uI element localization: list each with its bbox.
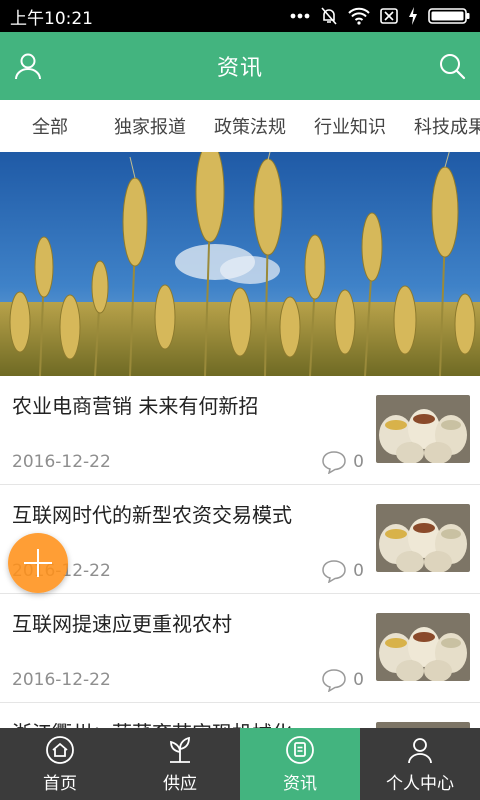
news-title: 农业电商营销 未来有何新招 [12, 394, 259, 418]
comment-icon [322, 669, 346, 692]
nav-label: 个人中心 [386, 773, 454, 794]
news-date: 2016-12-22 [12, 452, 111, 472]
more-dots-icon [290, 13, 310, 19]
person-icon [408, 737, 432, 763]
page-title: 资讯 [216, 56, 263, 81]
tab-industry[interactable]: 行业知识 [300, 113, 400, 139]
comment-count: 0 [321, 668, 364, 692]
news-title: 互联网时代的新型农资交易模式 [12, 503, 292, 527]
comment-icon [322, 451, 346, 474]
user-icon[interactable] [12, 50, 44, 82]
nav-label: 首页 [43, 773, 77, 794]
plus-icon [24, 549, 52, 577]
news-title: 浙江衢州：蔬菜育苗实现机械化 [12, 717, 362, 728]
news-date: 2016-12-22 [12, 670, 111, 690]
tab-all[interactable]: 全部 [0, 113, 100, 139]
no-sim-icon [380, 8, 398, 24]
nav-supply[interactable]: 供应 [120, 728, 240, 800]
nav-news[interactable]: 资讯 [240, 728, 360, 800]
home-icon [46, 735, 74, 764]
mute-bell-icon [321, 7, 337, 25]
list-item[interactable]: 浙江衢州：蔬菜育苗实现机械化 [0, 703, 480, 728]
nav-home[interactable]: 首页 [0, 728, 120, 800]
comment-icon [322, 560, 346, 583]
search-icon[interactable] [436, 50, 468, 82]
list-item[interactable]: 互联网提速应更重视农村 2016-12-22 0 [0, 594, 480, 703]
charging-icon [409, 7, 417, 25]
news-list: 农业电商营销 未来有何新招 2016-12-22 0 互联网时代的新型农资交易模… [0, 376, 480, 728]
news-thumbnail [376, 613, 470, 681]
comment-count-value: 0 [353, 670, 364, 690]
tab-exclusive[interactable]: 独家报道 [100, 113, 200, 139]
banner-image[interactable] [0, 152, 480, 376]
list-item[interactable]: 互联网时代的新型农资交易模式 2016-12-22 0 [0, 485, 480, 594]
leaf-icon [170, 736, 190, 763]
status-bar: 上午10:21 [0, 0, 480, 32]
battery-icon [428, 8, 470, 24]
nav-profile[interactable]: 个人中心 [360, 728, 480, 800]
wheat-field-image [0, 152, 480, 376]
tab-policy[interactable]: 政策法规 [200, 113, 300, 139]
comment-count: 0 [321, 559, 364, 583]
list-item[interactable]: 农业电商营销 未来有何新招 2016-12-22 0 [0, 376, 480, 485]
comment-count: 0 [321, 450, 364, 474]
category-tabs: 全部 独家报道 政策法规 行业知识 科技成果 [0, 100, 480, 153]
nav-label: 供应 [163, 773, 197, 794]
comment-count-value: 0 [353, 561, 364, 581]
tab-technology[interactable]: 科技成果 [400, 113, 480, 139]
nav-label: 资讯 [283, 773, 317, 794]
app-bar: 资讯 [0, 32, 480, 100]
news-title: 互联网提速应更重视农村 [12, 612, 232, 636]
status-time: 上午10:21 [10, 8, 93, 29]
news-icon [286, 735, 314, 764]
wifi-icon [348, 7, 370, 25]
bottom-nav: 首页 供应 资讯 个人中心 [0, 728, 480, 800]
comment-count-value: 0 [353, 452, 364, 472]
news-thumbnail [376, 395, 470, 463]
add-button[interactable] [8, 533, 68, 593]
status-icons [290, 6, 470, 26]
news-thumbnail [376, 504, 470, 572]
